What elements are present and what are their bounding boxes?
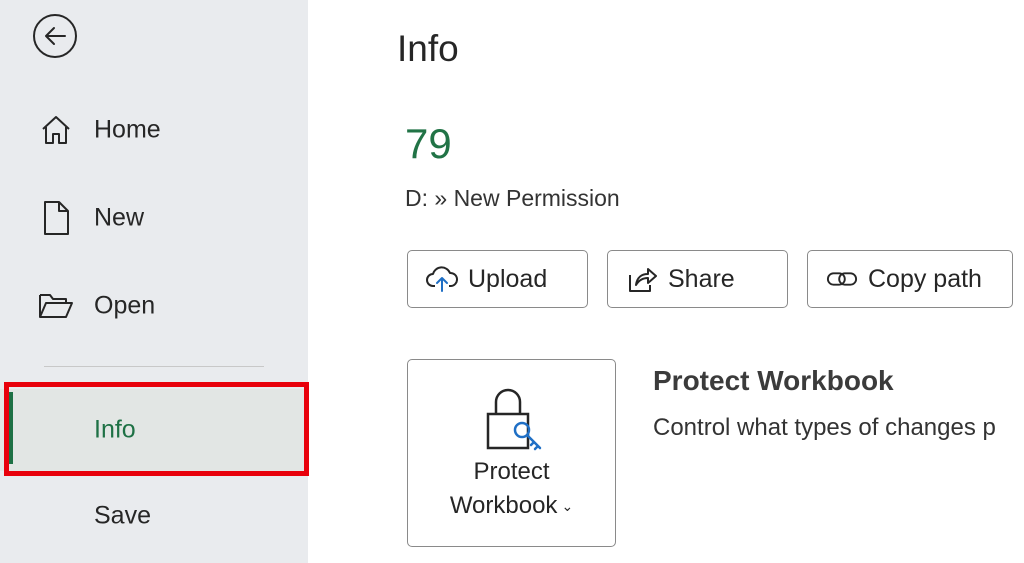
- share-label: Share: [668, 264, 735, 293]
- sidebar-item-home[interactable]: Home: [0, 98, 308, 162]
- protect-tile-line1: Protect: [473, 458, 550, 485]
- new-file-icon: [38, 200, 74, 236]
- link-icon: [826, 263, 858, 295]
- sidebar-item-new[interactable]: New: [0, 186, 308, 250]
- sidebar-divider: [44, 366, 264, 367]
- back-button[interactable]: [31, 12, 79, 60]
- protect-heading: Protect Workbook: [653, 365, 894, 396]
- sidebar-item-open[interactable]: Open: [0, 274, 308, 338]
- copy-path-button[interactable]: Copy path: [807, 250, 1013, 308]
- chevron-down-icon: ⌄: [561, 498, 574, 515]
- file-path: D: » New Permission: [405, 185, 620, 211]
- protect-workbook-button[interactable]: Protect Workbook ⌄: [407, 359, 616, 547]
- copy-path-label: Copy path: [868, 264, 982, 293]
- protect-description: Control what types of changes p: [653, 414, 996, 441]
- share-icon: [626, 263, 658, 295]
- upload-label: Upload: [468, 264, 548, 293]
- sidebar-item-label: Open: [94, 291, 156, 320]
- home-icon: [38, 112, 74, 148]
- sidebar-item-label: Save: [94, 501, 151, 530]
- backstage-sidebar: Home New Open Info Save: [0, 0, 308, 563]
- page-title: Info: [397, 28, 459, 69]
- highlight-annotation: [4, 382, 309, 476]
- share-button[interactable]: Share: [607, 250, 788, 308]
- sidebar-item-label: New: [94, 203, 145, 232]
- file-name: 79: [405, 120, 452, 167]
- lock-key-icon: [486, 388, 542, 451]
- sidebar-item-save[interactable]: Save: [0, 484, 308, 548]
- info-pane: Info 79 D: » New Permission Upload Share: [308, 0, 1024, 563]
- upload-button[interactable]: Upload: [407, 250, 588, 308]
- back-arrow-icon: [33, 14, 77, 58]
- folder-open-icon: [38, 288, 74, 324]
- protect-tile-line2-wrap: Workbook ⌄: [408, 492, 615, 520]
- sidebar-item-label: Home: [94, 115, 161, 144]
- cloud-upload-icon: [426, 263, 458, 295]
- protect-tile-line2: Workbook: [449, 492, 558, 519]
